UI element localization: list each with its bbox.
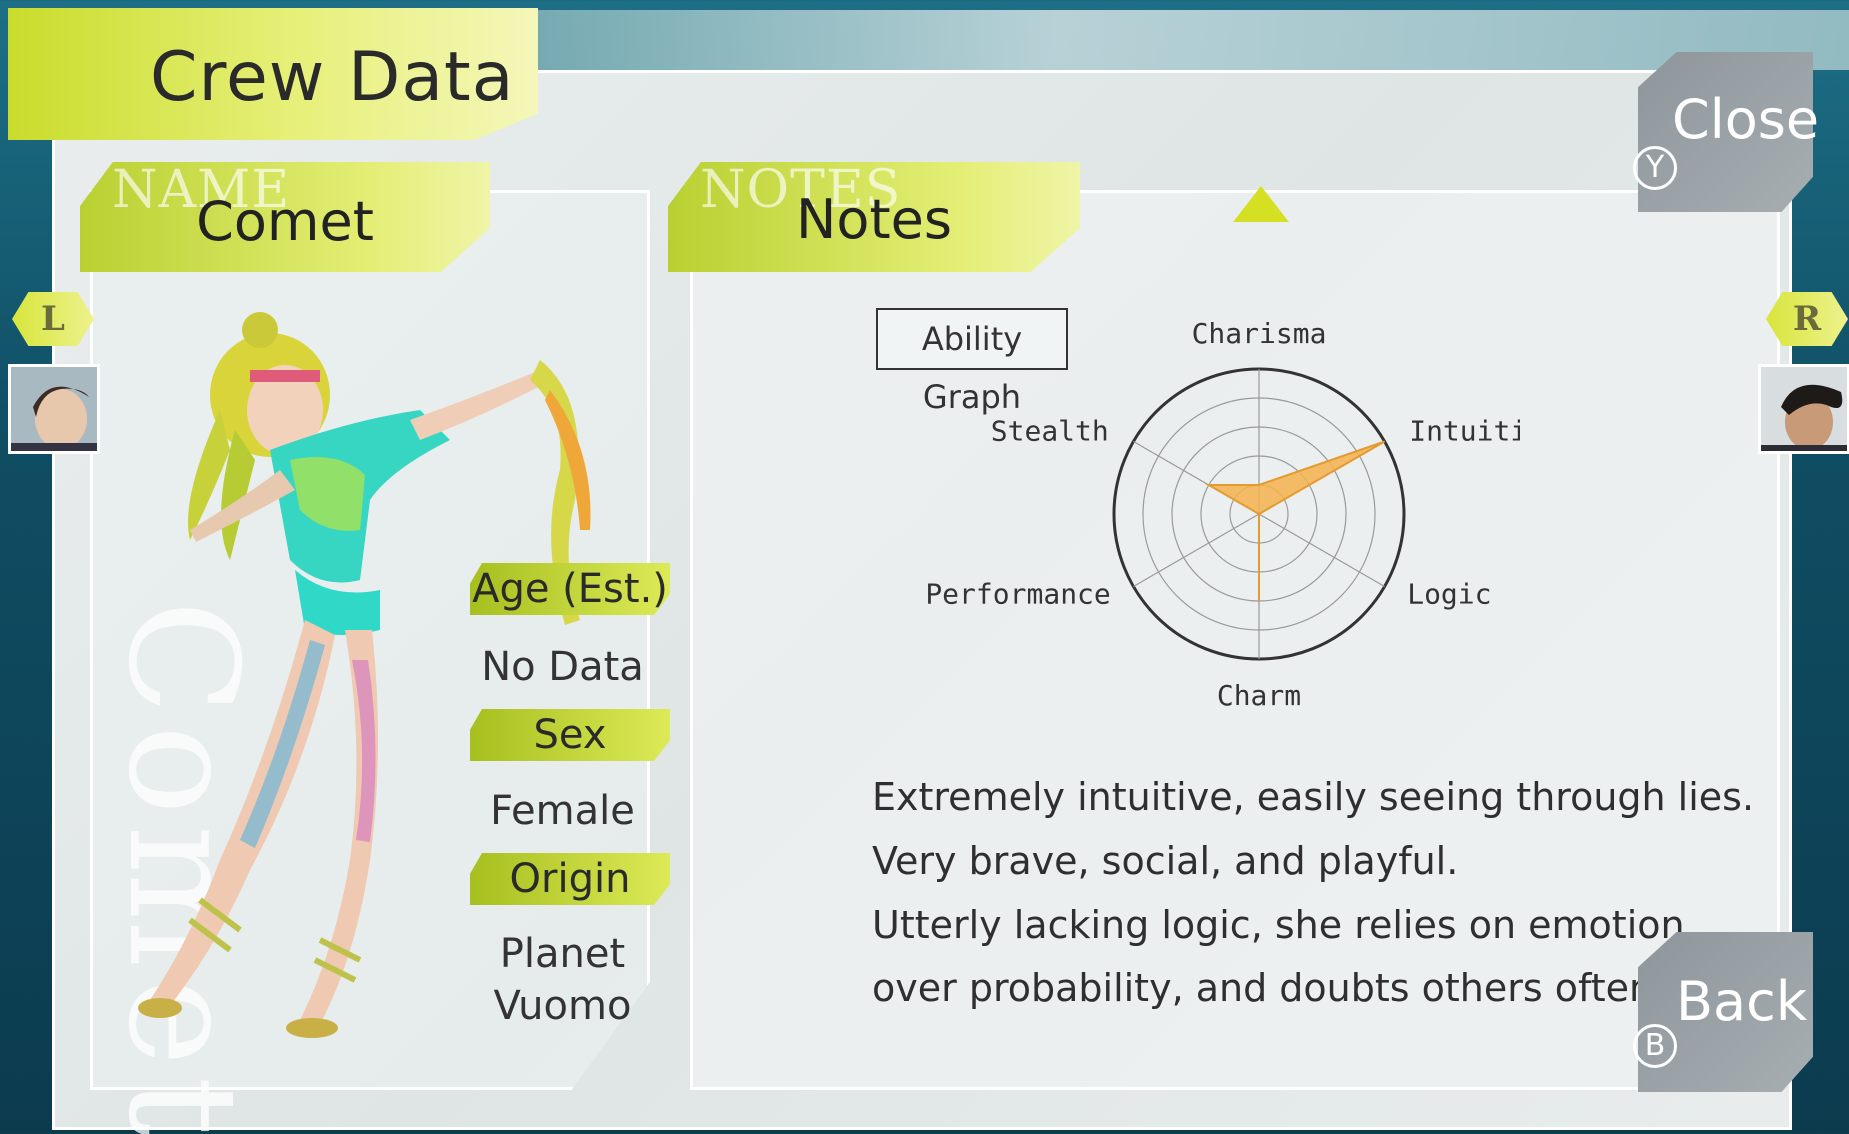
origin-value-line-1: Planet <box>499 931 626 977</box>
radar-series-area <box>1205 440 1386 601</box>
close-button-label[interactable]: Close <box>1672 88 1819 151</box>
radar-axis-label-performance: Performance <box>925 578 1110 611</box>
next-crew-button[interactable]: R <box>1766 292 1848 346</box>
age-label: Age (Est.) <box>470 563 670 615</box>
radar-spoke <box>1133 513 1260 588</box>
description-line-2: Very brave, social, and playful. <box>872 839 1459 883</box>
origin-label: Origin <box>470 853 670 905</box>
description-line-1: Extremely intuitive, easily seeing throu… <box>872 775 1755 819</box>
radar-spoke <box>1258 513 1385 588</box>
radar-axis-label-logic: Logic <box>1407 578 1491 611</box>
next-crew-avatar[interactable] <box>1758 364 1849 454</box>
description-line-4: over probability, and doubts others ofte… <box>872 966 1666 1010</box>
radar-axis-label-stealth: Stealth <box>991 415 1109 448</box>
age-value: No Data <box>481 644 644 690</box>
notes-title: Notes <box>796 188 952 251</box>
top-decoration <box>530 10 1849 70</box>
radar-axis-label-intuition: Intuition <box>1409 415 1520 448</box>
b-key-icon: B <box>1633 1024 1677 1068</box>
prev-crew-button[interactable]: L <box>12 292 94 346</box>
origin-value-line-2: Vuomo <box>493 983 632 1029</box>
y-key-icon: Y <box>1633 146 1677 190</box>
character-name: Comet <box>196 190 374 253</box>
radar-axis-label-charisma: Charisma <box>1192 317 1327 350</box>
ability-radar-chart: Charisma Intuition Logic Charm Performance St… <box>925 317 1520 712</box>
back-button-label[interactable]: Back <box>1676 970 1807 1033</box>
prev-crew-avatar[interactable] <box>8 364 100 454</box>
sex-value: Female <box>490 788 635 834</box>
description-line-3: Utterly lacking logic, she relies on emo… <box>872 903 1685 947</box>
radar-axis-label-charm: Charm <box>1217 679 1301 712</box>
page-title: Crew Data <box>150 38 515 117</box>
sex-label: Sex <box>470 709 670 761</box>
